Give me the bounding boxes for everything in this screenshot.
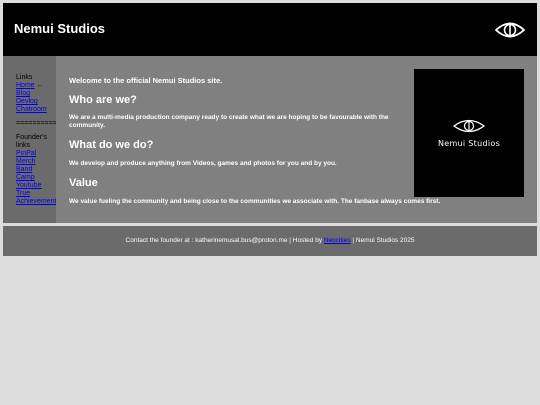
sidebar-heading: Links	[16, 74, 33, 81]
current-page-marker: ←	[36, 82, 44, 89]
sidebar-item-true[interactable]: True	[16, 190, 60, 198]
site-title: Nemui Studios	[14, 21, 106, 36]
founder-links-heading: Founder's links	[16, 134, 47, 149]
section-heading-who: Who are we?	[69, 94, 137, 106]
sidebar: Links Home ← Blog Devlog Chatroom ======…	[3, 56, 60, 223]
section-heading-what: What do we do?	[69, 139, 154, 151]
section-text-who: We are a multi-media production company …	[69, 114, 389, 129]
footer-copyright: | Nemui Studios 2025	[350, 237, 415, 244]
sidebar-item-home-row: Home ←	[16, 82, 60, 90]
sidebar-item-home[interactable]: Home	[16, 82, 35, 89]
sidebar-item-achievements[interactable]: Achievements	[16, 198, 60, 206]
sidebar-separator: ==========	[16, 120, 57, 127]
sidebar-item-merch[interactable]: Merch	[16, 158, 60, 166]
section-text-what: We develop and produce anything from Vid…	[69, 160, 337, 167]
sidebar-item-chatroom[interactable]: Chatroom	[16, 106, 60, 114]
studio-logo-image: Nemui Studios	[414, 69, 524, 197]
eye-icon	[452, 119, 486, 133]
sidebar-item-camp[interactable]: Camp	[16, 174, 60, 182]
footer-host-link[interactable]: Neocities	[324, 237, 351, 244]
section-text-value: We value fueling the community and being…	[69, 198, 441, 205]
sidebar-item-blog[interactable]: Blog	[16, 90, 60, 98]
sidebar-item-band[interactable]: Band	[16, 166, 60, 174]
site-header: Nemui Studios	[3, 3, 537, 56]
section-heading-value: Value	[69, 177, 98, 189]
eye-icon	[495, 22, 525, 38]
page-frame: Nemui Studios Links Home ← Blog Devlog C…	[3, 3, 537, 256]
site-footer: Contact the founder at : katherinemusal.…	[3, 226, 537, 256]
sidebar-item-pinpal[interactable]: PinPal	[16, 150, 60, 158]
sidebar-links: Links Home ← Blog Devlog Chatroom ======…	[16, 74, 60, 206]
sidebar-item-youtube[interactable]: Youtube	[16, 182, 60, 190]
welcome-text: Welcome to the official Nemui Studios si…	[69, 76, 223, 85]
logo-text: Nemui Studios	[437, 139, 501, 148]
footer-contact: Contact the founder at : katherinemusal.…	[125, 237, 324, 244]
main-content: Welcome to the official Nemui Studios si…	[56, 56, 537, 223]
sidebar-item-devlog[interactable]: Devlog	[16, 98, 60, 106]
